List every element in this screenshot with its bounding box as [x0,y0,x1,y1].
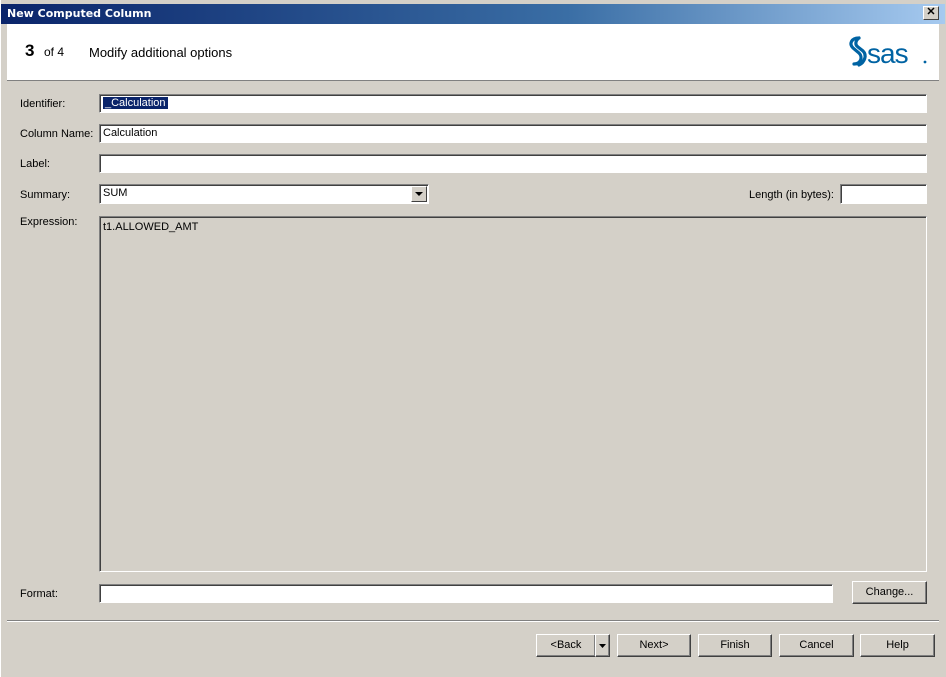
label-field[interactable] [99,154,927,173]
summary-value: SUM [103,187,128,199]
chevron-down-icon [415,192,423,196]
next-button[interactable]: Next> [617,634,691,657]
column-name-field[interactable]: Calculation [99,124,927,143]
summary-label: Summary: [20,189,71,201]
identifier-value: _Calculation [103,97,168,109]
title-bar[interactable]: New Computed Column ✕ [1,4,945,24]
separator [7,620,939,622]
format-field[interactable] [99,584,833,603]
close-icon: ✕ [926,6,936,18]
change-format-button[interactable]: Change... [852,581,927,604]
sas-logo: sas [849,36,927,69]
window-title: New Computed Column [7,7,152,20]
identifier-field[interactable]: _Calculation [99,94,927,113]
format-label: Format: [20,588,58,600]
column-name-label: Column Name: [20,128,94,140]
expression-label: Expression: [20,216,78,228]
label-label: Label: [20,158,50,170]
summary-select[interactable]: SUM [99,184,429,204]
cancel-button[interactable]: Cancel [779,634,854,657]
help-button[interactable]: Help [860,634,935,657]
chevron-down-icon [599,644,606,648]
expression-value: t1.ALLOWED_AMT [103,221,199,233]
wizard-header: 3 of 4 Modify additional options sas [7,24,939,81]
finish-button[interactable]: Finish [698,634,772,657]
expression-textarea[interactable]: t1.ALLOWED_AMT [99,216,927,572]
length-label: Length (in bytes): [749,189,834,201]
svg-text:sas: sas [867,38,908,69]
close-button[interactable]: ✕ [923,6,939,20]
step-total: of 4 [44,45,65,59]
step-title: Modify additional options [89,45,233,60]
dialog-window: New Computed Column ✕ 3 of 4 Modify addi… [0,0,945,677]
step-number: 3 [25,41,35,60]
summary-dropdown-button[interactable] [411,186,427,202]
length-field[interactable] [840,184,927,204]
back-button[interactable]: <Back [536,634,596,657]
back-dropdown-button[interactable] [595,634,610,657]
identifier-label: Identifier: [20,98,66,110]
